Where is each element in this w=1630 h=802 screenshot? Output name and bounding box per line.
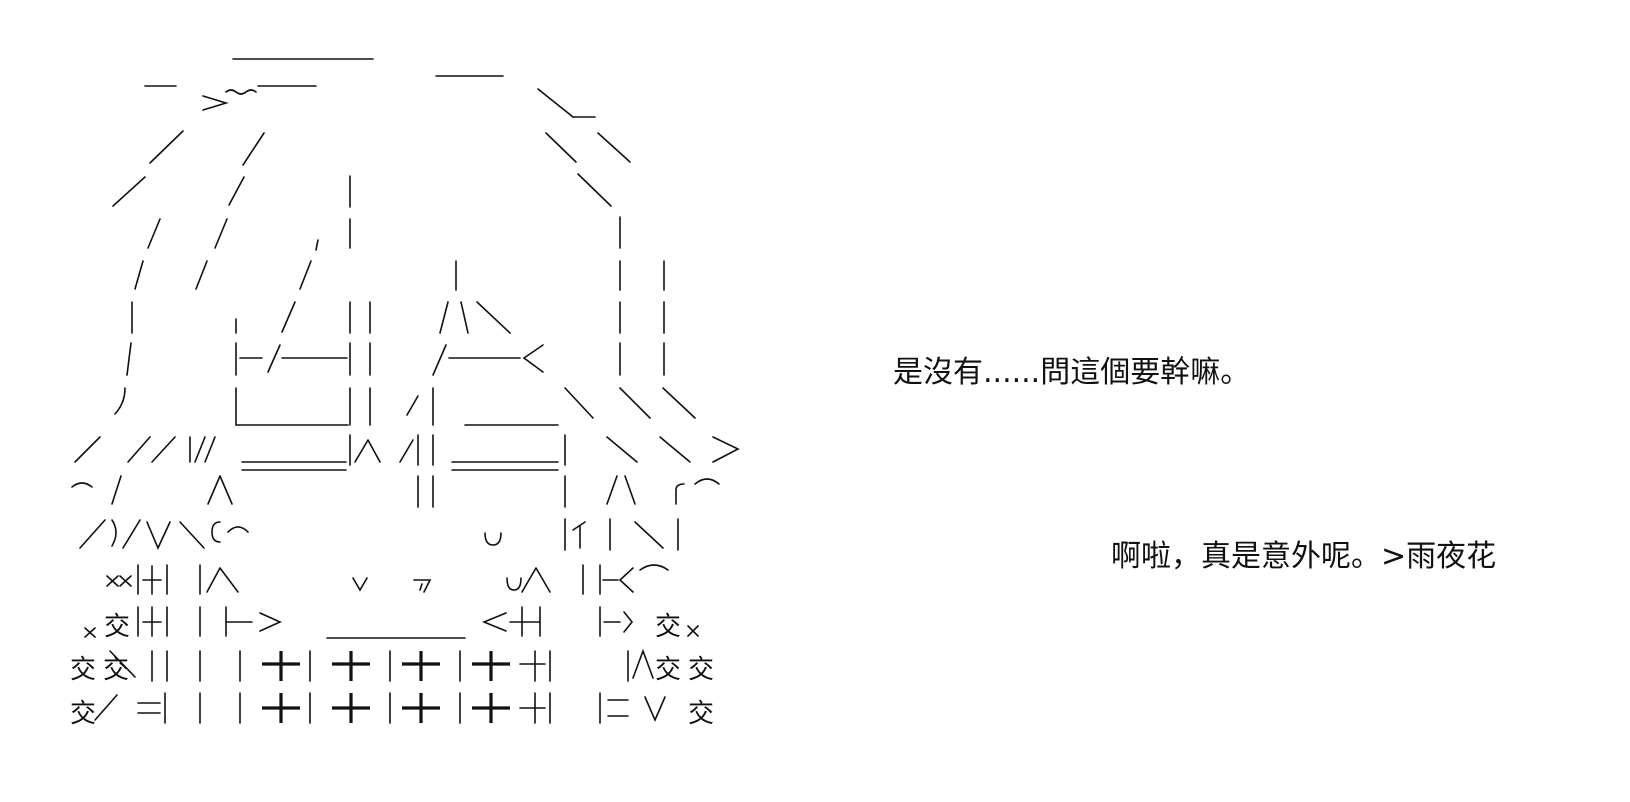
svg-text:交: 交: [688, 699, 714, 729]
ascii-art-figure: 交 交 交 交 交 交 交 交: [0, 0, 820, 802]
svg-text:交: 交: [655, 612, 681, 642]
dialogue-line-1: 是沒有......問這個要幹嘛。: [893, 355, 1251, 390]
svg-text:交: 交: [70, 699, 96, 729]
page-canvas: 交 交 交 交 交 交 交 交 是沒有......問這個要幹嘛。 啊啦，真是意外…: [0, 0, 1630, 802]
svg-text:交: 交: [103, 655, 129, 685]
svg-text:交: 交: [70, 655, 96, 685]
ascii-art-girl-face-icon: 交 交 交 交 交 交 交 交: [70, 58, 740, 729]
svg-text:交: 交: [655, 655, 681, 685]
svg-text:交: 交: [688, 655, 714, 685]
dialogue-line-2: 啊啦，真是意外呢。>雨夜花: [1111, 539, 1497, 574]
svg-text:交: 交: [104, 612, 130, 642]
